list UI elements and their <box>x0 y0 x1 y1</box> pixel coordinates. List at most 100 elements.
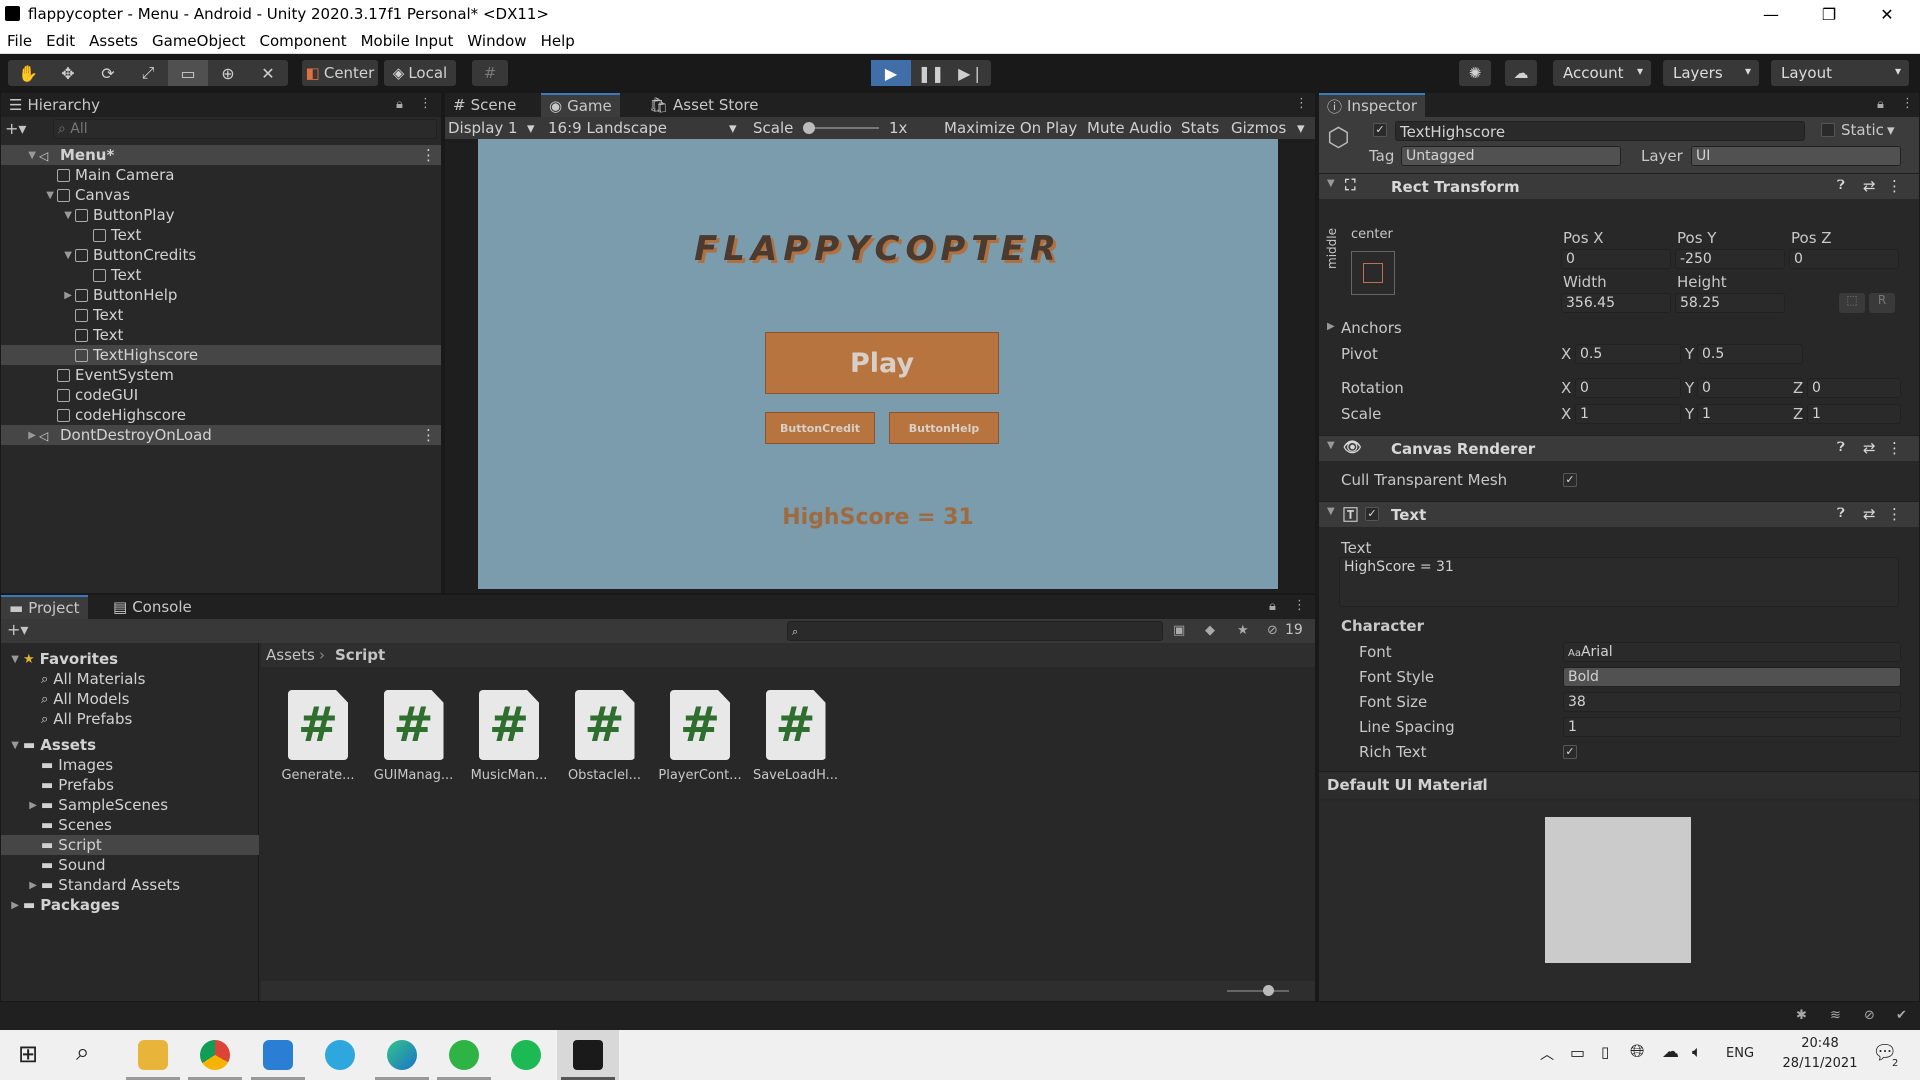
volume-icon[interactable]: 🔈︎ <box>1692 1042 1702 1062</box>
folder-item[interactable]: ▬ Script <box>1 835 259 855</box>
minimize-button[interactable]: — <box>1742 0 1800 28</box>
foldout-arrow-icon[interactable]: ▶ <box>1 290 75 301</box>
menu-component[interactable]: Component <box>253 32 354 50</box>
create-icon[interactable]: +▾ <box>7 620 28 639</box>
rotation-z-field[interactable]: 0 <box>1807 378 1901 398</box>
clock-time[interactable]: 20:48 <box>1790 1036 1850 1051</box>
tag-dropdown[interactable]: Untagged <box>1401 146 1621 166</box>
script-file-label[interactable]: Obstaclel... <box>559 768 651 783</box>
foldout-arrow-icon[interactable]: ▼ <box>1 654 23 665</box>
hidden-packages-icon[interactable]: ⊘ <box>1267 623 1278 638</box>
object-name-input[interactable]: TextHighscore <box>1395 121 1805 141</box>
presets-icon[interactable]: ⇄ <box>1863 505 1876 523</box>
tab-hierarchy[interactable]: ☰ Hierarchy <box>1 93 108 117</box>
check-icon[interactable]: ✔ <box>1896 1008 1907 1023</box>
font-size-field[interactable]: 38 <box>1563 692 1901 712</box>
hierarchy-row[interactable]: EventSystem <box>1 365 441 385</box>
icon-size-slider[interactable] <box>1227 985 1289 996</box>
font-style-dropdown[interactable]: Bold <box>1563 667 1901 687</box>
tab-asset-store[interactable]: 🛍︎ Asset Store <box>641 93 766 117</box>
folder-item[interactable]: ▶ ▬ SampleScenes <box>1 795 259 815</box>
layout-dropdown[interactable]: Layout <box>1771 60 1909 86</box>
bug-icon[interactable]: ✱ <box>1796 1008 1807 1023</box>
device-icon[interactable]: ▯ <box>1601 1043 1609 1061</box>
lock-icon[interactable]: 🔒︎ <box>1877 97 1884 112</box>
posy-field[interactable]: -250 <box>1675 249 1785 269</box>
rotation-x-field[interactable]: 0 <box>1575 378 1681 398</box>
tab-inspector[interactable]: ⓘ Inspector <box>1319 93 1425 117</box>
layers-dropdown[interactable]: Layers <box>1663 60 1759 86</box>
progress-icon[interactable]: ≋ <box>1830 1008 1841 1023</box>
presets-icon[interactable]: ⇄ <box>1863 439 1876 457</box>
script-file-label[interactable]: GUIManag... <box>368 768 460 783</box>
menu-assets[interactable]: Assets <box>82 32 145 50</box>
close-button[interactable]: ✕ <box>1858 0 1916 28</box>
custom-tool-icon[interactable]: ✕ <box>248 60 288 86</box>
menu-help[interactable]: Help <box>534 32 582 50</box>
mute-audio-toggle[interactable]: Mute Audio <box>1087 119 1172 137</box>
scale-slider[interactable] <box>803 122 879 134</box>
menu-file[interactable]: File <box>0 32 39 50</box>
hierarchy-row[interactable]: Main Camera <box>1 165 441 185</box>
rect-tool-icon[interactable]: ▭ <box>168 60 208 86</box>
pause-button[interactable]: ❚❚ <box>911 60 951 86</box>
text-area[interactable]: HighScore = 31 <box>1339 557 1899 607</box>
csharp-script-icon[interactable]: # <box>765 690 826 760</box>
whatsapp-icon[interactable] <box>449 1040 479 1070</box>
posx-field[interactable]: 0 <box>1561 249 1671 269</box>
csharp-script-icon[interactable]: # <box>383 690 444 760</box>
anchors-foldout-icon[interactable]: ▶ <box>1327 321 1335 332</box>
cloud-icon[interactable]: ☁ <box>1662 1042 1679 1062</box>
favorite-star-icon[interactable]: ★ <box>1237 623 1249 638</box>
hierarchy-row[interactable]: ▶ ButtonHelp <box>1 285 441 305</box>
scale-slider-thumb[interactable] <box>803 122 815 134</box>
line-spacing-field[interactable]: 1 <box>1563 717 1901 737</box>
foldout-arrow-icon[interactable]: ▼ <box>1 250 75 261</box>
layer-dropdown[interactable]: UI <box>1691 146 1901 166</box>
lock-icon[interactable]: 🔒︎ <box>396 97 403 112</box>
foldout-arrow-icon[interactable]: ▶ <box>1 800 41 811</box>
csharp-script-icon[interactable]: # <box>479 690 539 760</box>
font-field[interactable]: AaArial <box>1563 642 1901 662</box>
blueprint-mode-button[interactable]: ⬚ <box>1839 293 1865 313</box>
gizmos-toggle[interactable]: Gizmos <box>1231 119 1286 137</box>
maximize-button[interactable]: ❐ <box>1800 0 1858 28</box>
tab-game[interactable]: ◉ Game <box>541 93 620 117</box>
tray-chevron-icon[interactable]: ︿ <box>1540 1044 1554 1064</box>
hierarchy-row[interactable]: ▼ ◁ Menu* ⋮ <box>1 145 441 165</box>
csharp-script-icon[interactable]: # <box>288 690 348 760</box>
lock-icon[interactable]: 🔒︎ <box>1269 599 1276 614</box>
foldout-arrow-icon[interactable]: ▼ <box>1 210 75 221</box>
hierarchy-row[interactable]: Text <box>1 265 441 285</box>
hierarchy-row[interactable]: codeGUI <box>1 385 441 405</box>
rect-transform-header[interactable]: ▼ ⛶ Rect Transform ❓︎ ⇄ ⋮ <box>1319 173 1919 199</box>
project-search-input[interactable]: ⌕ <box>787 621 1163 641</box>
kebab-menu-icon[interactable]: ⋮ <box>421 146 436 164</box>
help-game-button[interactable]: ButtonHelp <box>889 412 999 444</box>
favorite-search-item[interactable]: ⌕ All Prefabs <box>1 709 259 729</box>
aspect-dropdown[interactable]: 16:9 Landscape <box>548 119 667 137</box>
search-icon[interactable]: ⌕ <box>76 1038 89 1066</box>
move-tool-icon[interactable]: ✥ <box>48 60 88 86</box>
folder-item[interactable]: ▬ Images <box>1 755 259 775</box>
foldout-arrow-icon[interactable]: ▶ <box>1 900 23 911</box>
filter-by-label-icon[interactable]: ◆ <box>1205 623 1215 638</box>
help-icon[interactable]: ❓︎ <box>1837 506 1845 521</box>
hierarchy-row[interactable]: TextHighscore <box>1 345 441 365</box>
cull-transparent-checkbox[interactable]: ✓ <box>1563 473 1577 487</box>
material-header[interactable]: Default UI Material ▾ <box>1319 771 1919 799</box>
hand-tool-icon[interactable]: ✋ <box>8 60 48 86</box>
hierarchy-row[interactable]: Text <box>1 305 441 325</box>
active-checkbox[interactable]: ✓ <box>1373 123 1387 137</box>
telegram-icon[interactable] <box>325 1040 355 1070</box>
pivot-y-field[interactable]: 0.5 <box>1697 344 1803 364</box>
text-component-header[interactable]: ▼ 🅃 ✓ Text ❓︎ ⇄ ⋮ <box>1319 501 1919 527</box>
csharp-script-icon[interactable]: # <box>670 690 730 760</box>
display-dropdown[interactable]: Display 1 <box>448 119 518 137</box>
folder-item[interactable]: ▬ Sound <box>1 855 259 875</box>
text-enabled-checkbox[interactable]: ✓ <box>1365 507 1379 521</box>
script-file-label[interactable]: SaveLoadH... <box>750 768 842 783</box>
raw-edit-button[interactable]: R <box>1869 293 1895 313</box>
csharp-script-icon[interactable]: # <box>574 690 635 760</box>
menu-edit[interactable]: Edit <box>39 32 82 50</box>
